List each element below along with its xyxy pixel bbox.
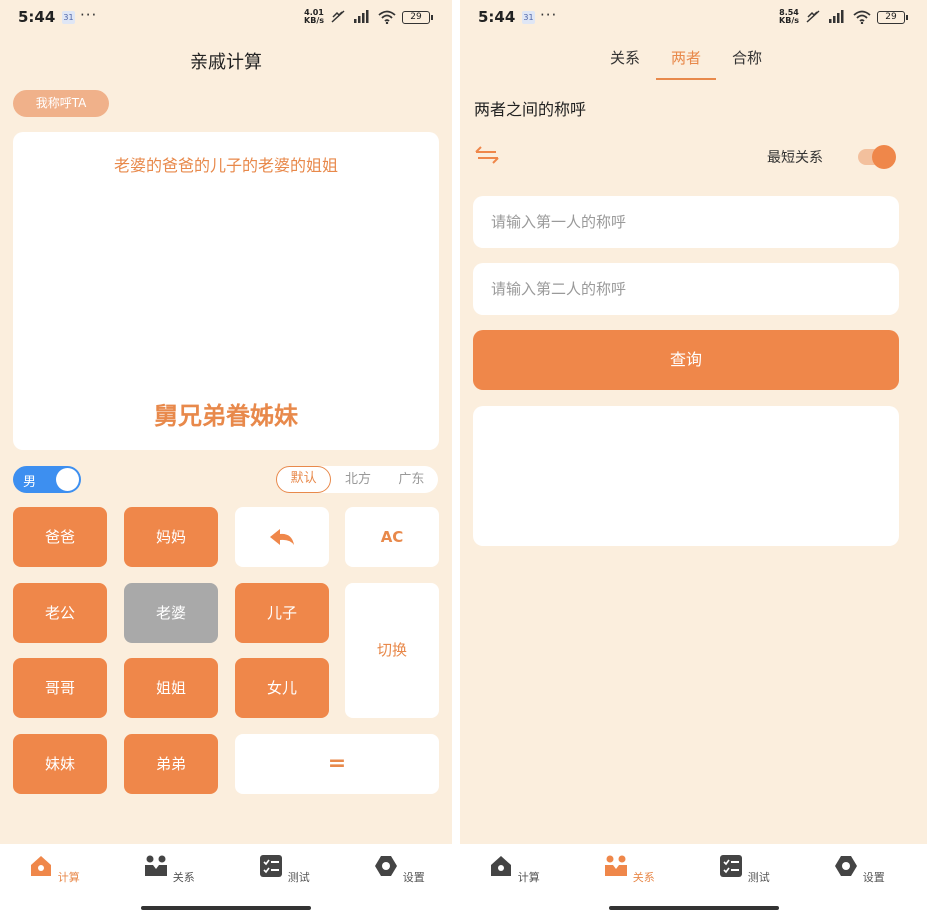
network-speed: 8.54 KB/s <box>779 8 799 25</box>
battery-icon: 29 <box>877 10 908 24</box>
tab-label: 计算 <box>517 871 540 884</box>
home-indicator <box>141 906 311 910</box>
call-direction-chip[interactable]: 我称呼TA <box>13 90 109 117</box>
signal-icon <box>829 10 844 23</box>
dialect-selector: 默认 北方 广东 <box>276 466 438 493</box>
key-elder-brother[interactable]: 哥哥 <box>13 658 107 718</box>
result-text: 舅兄弟眷姊妹 <box>154 402 298 430</box>
swap-icon[interactable] <box>474 144 500 166</box>
gender-label: 男 <box>23 475 37 490</box>
toggle-knob <box>56 468 79 491</box>
key-switch[interactable]: 切换 <box>345 583 439 718</box>
status-bar: 5:44 31 ··· 8.54 KB/s 29 <box>460 6 927 30</box>
screen-divider <box>452 0 460 916</box>
notification-icon: 31 <box>62 11 75 24</box>
tab-label: 设置 <box>402 871 425 884</box>
dialect-default[interactable]: 默认 <box>276 466 332 493</box>
key-back[interactable] <box>235 507 329 567</box>
network-speed: 4.01 KB/s <box>304 8 324 25</box>
key-husband[interactable]: 老公 <box>13 583 107 643</box>
wifi-icon <box>853 10 871 24</box>
tab-test[interactable]: 测试 <box>704 854 784 885</box>
status-bar: 5:44 31 ··· 4.01 KB/s 29 <box>0 6 452 30</box>
bottom-tab-bar: 计算 关系 测试 设置 <box>460 844 927 916</box>
tab-label: 测试 <box>747 871 770 884</box>
mute-icon <box>806 10 820 23</box>
tab-relation[interactable]: 关系 <box>129 854 209 885</box>
checklist-icon <box>720 855 743 877</box>
first-person-input[interactable] <box>473 196 899 248</box>
checklist-icon <box>260 855 283 877</box>
tab-label: 关系 <box>632 871 655 884</box>
relation-screen: 5:44 31 ··· 8.54 KB/s 29 关系 两者 合称 两者之间的称呼… <box>460 0 927 916</box>
tab-settings[interactable]: 设置 <box>359 854 439 885</box>
tab-collective[interactable]: 合称 <box>717 47 777 68</box>
home-icon <box>491 856 512 876</box>
tab-label: 关系 <box>172 871 195 884</box>
result-box <box>473 406 899 546</box>
key-clear[interactable]: AC <box>345 507 439 567</box>
key-father[interactable]: 爸爸 <box>13 507 107 567</box>
undo-arrow-icon <box>270 529 294 545</box>
more-notifications-icon: ··· <box>80 6 98 24</box>
battery-icon: 29 <box>402 10 433 24</box>
bottom-tab-bar: 计算 关系 测试 设置 <box>0 844 452 916</box>
home-indicator <box>608 906 779 910</box>
signal-icon <box>354 10 369 23</box>
tab-label: 计算 <box>57 871 80 884</box>
tab-relations[interactable]: 关系 <box>595 47 655 68</box>
tab-label: 设置 <box>862 871 885 884</box>
tab-settings[interactable]: 设置 <box>819 854 899 885</box>
tab-two-people[interactable]: 两者 <box>656 47 716 80</box>
tab-test[interactable]: 测试 <box>244 854 324 885</box>
dialect-north[interactable]: 北方 <box>331 466 384 493</box>
tab-relation[interactable]: 关系 <box>589 854 669 885</box>
family-icon <box>605 855 628 876</box>
wifi-icon <box>378 10 396 24</box>
calc-display: 老婆的爸爸的儿子的老婆的姐姐 舅兄弟眷姊妹 <box>13 132 439 450</box>
key-daughter[interactable]: 女儿 <box>235 658 329 718</box>
section-label: 两者之间的称呼 <box>474 100 587 119</box>
home-icon <box>31 856 52 876</box>
tab-two-people-label: 两者 <box>670 49 701 67</box>
dialect-cantonese[interactable]: 广东 <box>385 466 438 493</box>
key-equals[interactable]: = <box>235 734 439 794</box>
shortest-relation-toggle[interactable] <box>858 145 896 169</box>
toggle-knob <box>872 145 896 169</box>
key-son[interactable]: 儿子 <box>235 583 329 643</box>
mute-icon <box>331 10 345 23</box>
relation-tabs: 关系 两者 合称 <box>460 44 927 80</box>
key-wife[interactable]: 老婆 <box>124 583 218 643</box>
expression-text: 老婆的爸爸的儿子的老婆的姐姐 <box>113 156 338 175</box>
more-notifications-icon: ··· <box>540 6 558 24</box>
active-tab-underline <box>656 78 716 80</box>
key-younger-brother[interactable]: 弟弟 <box>124 734 218 794</box>
key-elder-sister[interactable]: 姐姐 <box>124 658 218 718</box>
gear-icon <box>835 856 858 876</box>
second-person-input[interactable] <box>473 263 899 315</box>
key-mother[interactable]: 妈妈 <box>124 507 218 567</box>
status-time: 5:44 <box>478 8 516 26</box>
shortest-relation-label: 最短关系 <box>767 150 823 166</box>
key-younger-sister[interactable]: 妹妹 <box>13 734 107 794</box>
tab-calculate[interactable]: 计算 <box>474 854 554 885</box>
notification-icon: 31 <box>522 11 535 24</box>
calculator-screen: 5:44 31 ··· 4.01 KB/s 29 亲戚计算 我称呼TA 老婆的爸爸… <box>0 0 452 916</box>
status-time: 5:44 <box>18 8 56 26</box>
tab-calculate[interactable]: 计算 <box>14 854 94 885</box>
query-button[interactable]: 查询 <box>473 330 899 390</box>
gear-icon <box>375 856 398 876</box>
gender-toggle[interactable]: 男 <box>13 466 81 493</box>
tab-label: 测试 <box>287 871 310 884</box>
family-icon <box>145 855 168 876</box>
page-title: 亲戚计算 <box>190 52 262 73</box>
